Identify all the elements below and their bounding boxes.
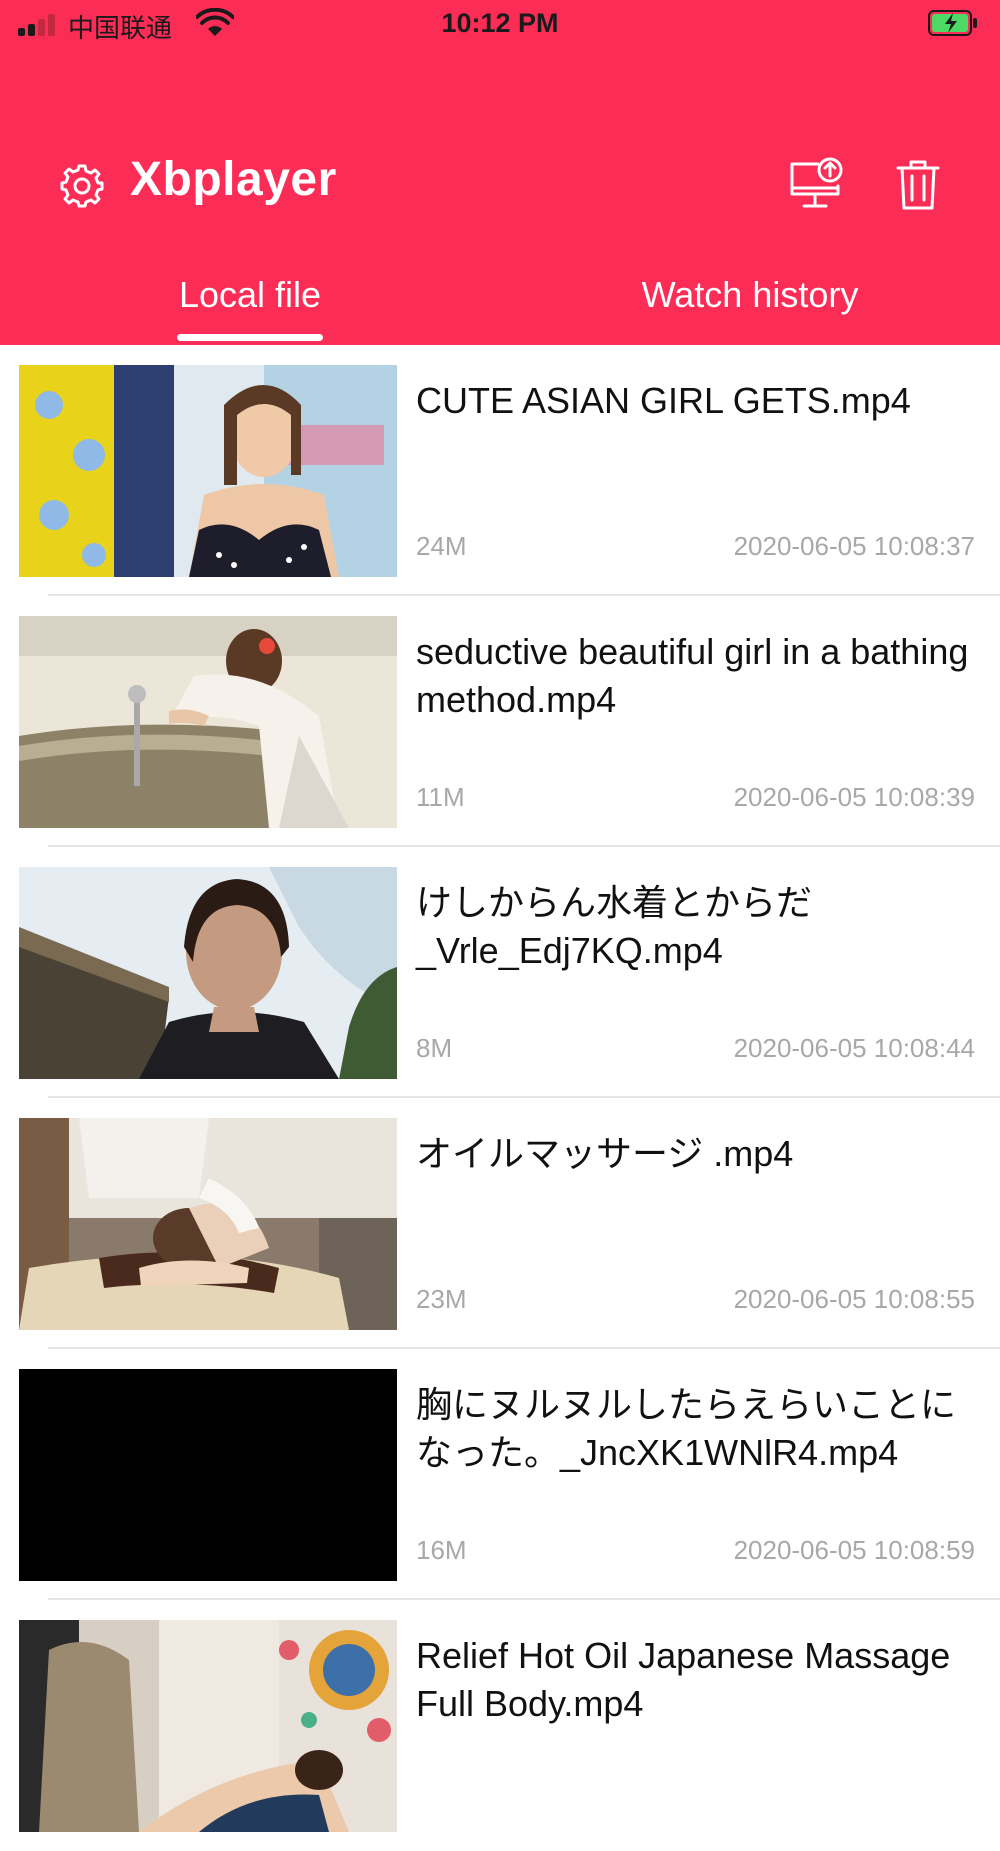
file-size: 8M xyxy=(416,1033,453,1063)
file-title: オイルマッサージ .mp4 xyxy=(416,1133,794,1174)
trash-icon[interactable] xyxy=(896,158,940,212)
active-tab-indicator xyxy=(177,334,323,341)
file-date: 2020-06-05 10:08:37 xyxy=(733,531,975,561)
title-row: Xbplayer xyxy=(0,150,1000,220)
file-row[interactable]: CUTE ASIAN GIRL GETS.mp4 24M 2020-06-05 … xyxy=(0,345,1000,596)
file-list: CUTE ASIAN GIRL GETS.mp4 24M 2020-06-05 … xyxy=(0,345,1000,1851)
video-thumbnail xyxy=(19,616,397,828)
file-row[interactable]: Relief Hot Oil Japanese Massage Full Bod… xyxy=(0,1600,1000,1851)
file-date: 2020-06-05 10:08:44 xyxy=(733,1033,975,1063)
status-bar: 中国联通 10:12 PM xyxy=(0,0,1000,50)
file-size: 11M xyxy=(416,782,465,812)
file-title: 胸にヌルヌルしたらえらいことになった。_JncXK1WNlR4.mp4 xyxy=(416,1384,957,1473)
status-time: 10:12 PM xyxy=(441,8,559,38)
file-date: 2020-06-05 10:08:55 xyxy=(733,1284,975,1314)
file-date: 2020-06-05 10:08:59 xyxy=(733,1535,975,1565)
file-title: けしからん水着とからだ_Vrle_Edj7KQ.mp4 xyxy=(416,882,813,971)
file-size: 23M xyxy=(416,1284,467,1314)
tab-local-file[interactable]: Local file xyxy=(150,274,350,316)
app-header: 中国联通 10:12 PM Xbplayer Local file Watch … xyxy=(0,0,1000,345)
battery-charging-icon xyxy=(928,10,977,36)
file-row[interactable]: オイルマッサージ .mp4 23M 2020-06-05 10:08:55 xyxy=(0,1098,1000,1349)
file-date: 2020-06-05 10:08:39 xyxy=(733,782,975,812)
video-thumbnail xyxy=(19,1369,397,1581)
file-row[interactable]: けしからん水着とからだ_Vrle_Edj7KQ.mp4 8M 2020-06-0… xyxy=(0,847,1000,1098)
video-thumbnail xyxy=(19,1118,397,1330)
video-thumbnail xyxy=(19,1620,397,1832)
file-row[interactable]: seductive beautiful girl in a bathing me… xyxy=(0,596,1000,847)
video-thumbnail xyxy=(19,365,397,577)
tab-watch-history[interactable]: Watch history xyxy=(610,274,890,316)
tab-bar: Local file Watch history xyxy=(0,270,1000,345)
file-title: Relief Hot Oil Japanese Massage Full Bod… xyxy=(416,1635,951,1724)
cast-upload-icon[interactable] xyxy=(788,156,844,212)
video-thumbnail xyxy=(19,867,397,1079)
file-title: CUTE ASIAN GIRL GETS.mp4 xyxy=(416,380,911,421)
app-title: Xbplayer xyxy=(130,153,337,206)
file-row[interactable]: 胸にヌルヌルしたらえらいことになった。_JncXK1WNlR4.mp4 16M … xyxy=(0,1349,1000,1600)
file-size: 16M xyxy=(416,1535,467,1565)
file-title: seductive beautiful girl in a bathing me… xyxy=(416,631,969,720)
gear-icon[interactable] xyxy=(58,162,106,210)
file-size: 24M xyxy=(416,531,467,561)
